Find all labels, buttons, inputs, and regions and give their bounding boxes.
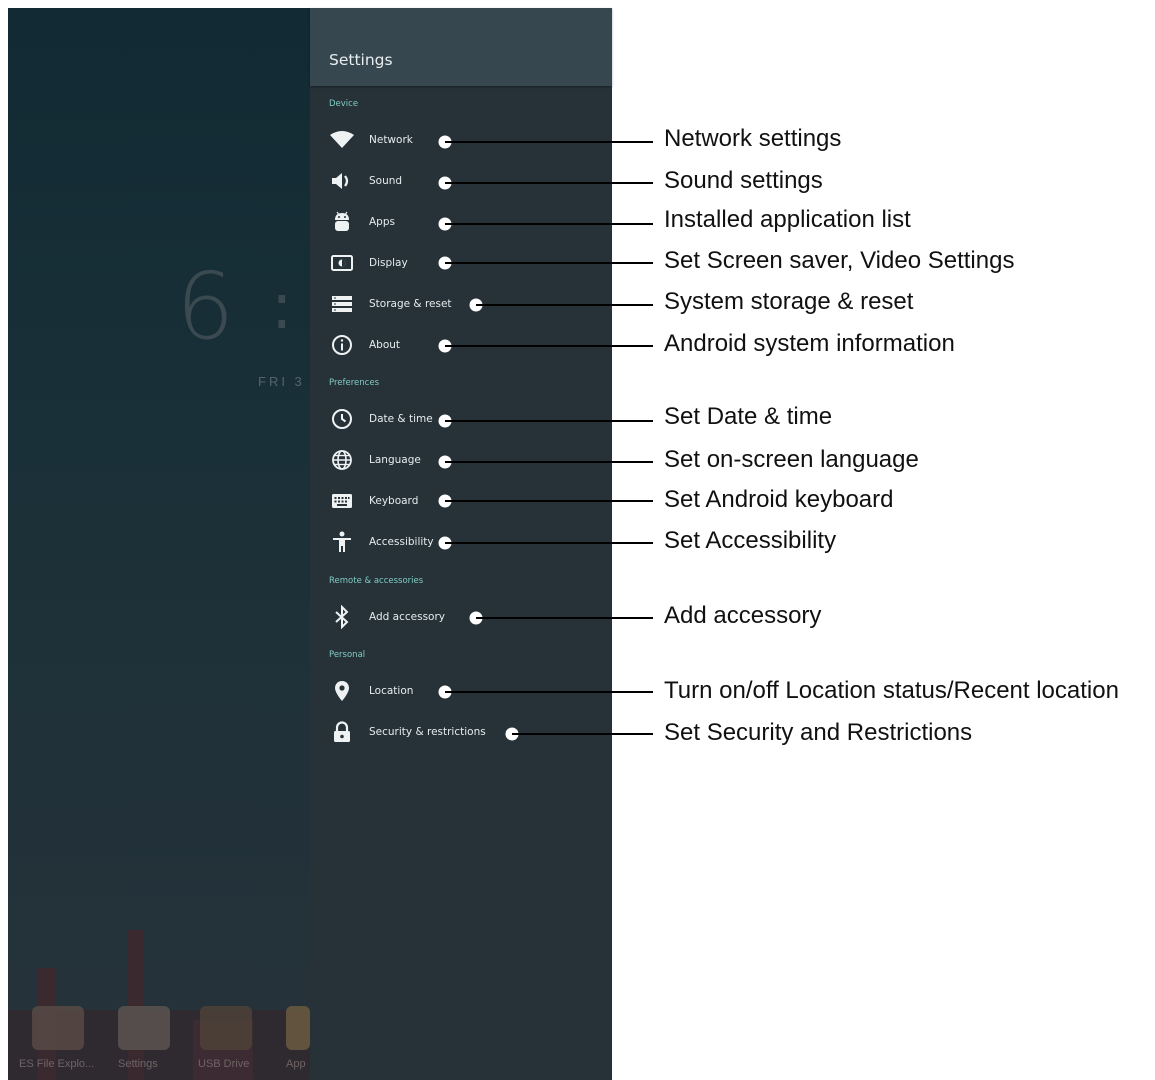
settings-item-label: Network <box>369 134 413 146</box>
callout-line <box>445 542 653 544</box>
settings-item-label: Add accessory <box>369 611 446 623</box>
settings-item-label: Display <box>369 257 408 269</box>
location-pin-icon <box>329 679 355 703</box>
annotation-about: Android system information <box>664 330 955 357</box>
section-header-remote-accessories: Remote & accessories <box>329 576 424 586</box>
section-header-preferences: Preferences <box>329 378 379 388</box>
settings-app-icon[interactable] <box>118 1006 170 1050</box>
clock-hour: 6 <box>176 253 241 360</box>
settings-item-language[interactable]: Language <box>310 443 612 477</box>
callout-line <box>445 182 653 184</box>
annotation-network: Network settings <box>664 125 842 152</box>
annotation-apps: Installed application list <box>664 206 911 233</box>
annotation-display: Set Screen saver, Video Settings <box>664 247 1015 274</box>
annotation-location: Turn on/off Location status/Recent locat… <box>664 677 1119 704</box>
dock-label: ES File Explo... <box>19 1058 95 1070</box>
callout-line <box>445 691 653 693</box>
annotation-date-time: Set Date & time <box>664 403 833 430</box>
settings-item-label: Accessibility <box>369 536 434 548</box>
callout-line <box>476 304 653 306</box>
settings-item-apps[interactable]: Apps <box>310 205 612 239</box>
clock-date: FRI 3 <box>258 374 305 389</box>
launcher-background: 6 : FRI 3 ES File Explo... Settings USB … <box>8 8 310 1080</box>
callout-line <box>445 461 653 463</box>
annotation-security-restrictions: Set Security and Restrictions <box>664 719 973 746</box>
android-icon <box>329 210 355 234</box>
callout-line <box>445 420 653 422</box>
settings-item-network[interactable]: Network <box>310 123 612 157</box>
annotation-sound: Sound settings <box>664 167 823 194</box>
settings-item-label: Keyboard <box>369 495 419 507</box>
settings-item-label: Storage & reset <box>369 298 452 310</box>
settings-item-label: Language <box>369 454 421 466</box>
wifi-icon <box>329 128 355 152</box>
section-header-device: Device <box>329 99 359 109</box>
callout-line <box>512 733 653 735</box>
annotation-storage-reset: System storage & reset <box>664 288 914 315</box>
es-file-explorer-app-icon[interactable] <box>32 1006 84 1050</box>
settings-item-label: Security & restrictions <box>369 726 486 738</box>
clock-colon: : <box>271 270 293 344</box>
settings-header: Settings <box>310 8 612 86</box>
dock-label: USB Drive <box>198 1058 250 1070</box>
storage-icon <box>329 292 355 316</box>
settings-item-label: About <box>369 339 401 351</box>
settings-panel: Settings Device Network Sound Apps Displ… <box>310 8 612 1080</box>
settings-item-date-time[interactable]: Date & time <box>310 402 612 436</box>
annotation-accessibility: Set Accessibility <box>664 527 837 554</box>
annotation-add-accessory: Add accessory <box>664 602 822 629</box>
speaker-icon <box>329 169 355 193</box>
annotation-keyboard: Set Android keyboard <box>664 486 894 513</box>
info-icon <box>329 333 355 357</box>
clock-icon <box>329 407 355 431</box>
settings-item-label: Date & time <box>369 413 433 425</box>
dock-label: App <box>286 1058 306 1070</box>
callout-line <box>445 223 653 225</box>
lock-icon <box>329 720 355 744</box>
settings-item-sound[interactable]: Sound <box>310 164 612 198</box>
settings-item-label: Sound <box>369 175 403 187</box>
callout-line <box>445 345 653 347</box>
keyboard-icon <box>329 489 355 513</box>
accessibility-icon <box>329 530 355 554</box>
bluetooth-icon <box>329 605 355 629</box>
globe-icon <box>329 448 355 472</box>
settings-item-label: Location <box>369 685 414 697</box>
callout-line <box>476 617 653 619</box>
settings-item-label: Apps <box>369 216 395 228</box>
annotation-language: Set on-screen language <box>664 446 919 473</box>
dock-label: Settings <box>118 1058 158 1070</box>
app-dock: ES File Explo... Settings USB Drive App <box>8 930 310 1080</box>
settings-item-security-restrictions[interactable]: Security & restrictions <box>310 715 612 749</box>
callout-line <box>445 141 653 143</box>
callout-line <box>445 262 653 264</box>
page-title: Settings <box>329 51 393 69</box>
apps-app-icon[interactable] <box>286 1006 310 1050</box>
callout-line <box>445 500 653 502</box>
usb-drive-app-icon[interactable] <box>200 1006 252 1050</box>
display-icon <box>329 251 355 275</box>
section-header-personal: Personal <box>329 650 366 660</box>
